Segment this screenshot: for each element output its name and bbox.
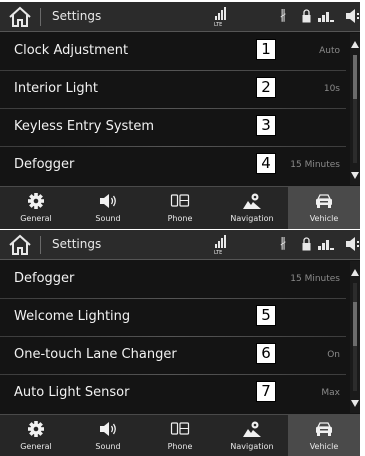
list-item[interactable]: Welcome Lighting 5 <box>0 299 346 337</box>
row-label: Welcome Lighting <box>14 309 131 324</box>
settings-list: Clock Adjustment Auto 1 Interior Light 1… <box>0 33 346 185</box>
status-divider <box>40 236 41 254</box>
speaker-icon <box>346 9 359 23</box>
tab-label: Vehicle <box>309 442 339 451</box>
tab-phone[interactable]: Phone <box>144 187 216 229</box>
lte-icon: LTE <box>214 235 226 255</box>
row-label: Clock Adjustment <box>14 43 129 58</box>
signal-icon <box>318 12 334 22</box>
scroll-up-arrow-icon[interactable] <box>350 267 360 277</box>
svg-text:LTE: LTE <box>214 22 222 27</box>
list-item[interactable]: Auto Light Sensor Max 7 <box>0 375 346 413</box>
scrollbar[interactable] <box>350 33 360 185</box>
speaker-icon <box>346 237 359 251</box>
tab-vehicle[interactable]: Vehicle <box>288 415 360 456</box>
bluetooth-icon: ∦ <box>280 8 287 23</box>
bottom-tab-bar: General Sound Phone Navigation Vehicle <box>0 414 360 456</box>
phone-icon <box>170 422 190 435</box>
list-item[interactable]: Defogger 15 Minutes <box>0 261 346 299</box>
list-item[interactable]: Keyless Entry System 3 <box>0 109 346 147</box>
home-icon[interactable] <box>8 6 32 28</box>
tab-navigation[interactable]: Navigation <box>216 415 288 456</box>
scroll-down-arrow-icon[interactable] <box>350 171 360 181</box>
tab-general[interactable]: General <box>0 187 72 229</box>
row-label: Defogger <box>14 271 75 286</box>
callout-number: 1 <box>256 39 276 60</box>
row-label: One-touch Lane Changer <box>14 347 177 362</box>
list-item[interactable]: Clock Adjustment Auto 1 <box>0 33 346 71</box>
settings-list: Defogger 15 Minutes Welcome Lighting 5 O… <box>0 261 346 413</box>
scroll-track <box>353 283 357 391</box>
bottom-tab-bar: General Sound Phone Navigation Vehicle <box>0 186 360 229</box>
lte-icon: LTE <box>214 7 226 27</box>
list-item[interactable]: One-touch Lane Changer On 6 <box>0 337 346 375</box>
scroll-down-arrow-icon[interactable] <box>350 399 360 409</box>
tab-label: Navigation <box>230 442 274 451</box>
page-title: Settings <box>52 9 102 23</box>
tab-vehicle[interactable]: Vehicle <box>288 187 360 229</box>
row-value: Auto <box>319 46 340 56</box>
lock-icon <box>302 237 311 251</box>
tab-label: General <box>20 442 52 451</box>
callout-number: 5 <box>256 305 276 326</box>
tab-label: Sound <box>95 214 121 223</box>
tab-label: Navigation <box>230 214 274 223</box>
home-icon[interactable] <box>8 234 32 256</box>
tab-sound[interactable]: Sound <box>72 415 144 456</box>
row-label: Interior Light <box>14 81 98 96</box>
callout-number: 7 <box>256 381 276 402</box>
callout-number: 4 <box>256 153 276 174</box>
list-item[interactable]: Interior Light 10s 2 <box>0 71 346 109</box>
row-value: 10s <box>323 84 340 94</box>
navigation-icon <box>243 193 261 209</box>
tab-label: Phone <box>167 442 193 451</box>
bluetooth-icon: ∦ <box>280 236 287 251</box>
callout-number: 2 <box>256 77 276 98</box>
status-bar: Settings LTE ∦ <box>0 230 360 260</box>
speaker-icon <box>100 422 116 436</box>
settings-screen-1: Settings LTE ∦ Clock Adjustment Auto 1 I… <box>0 2 360 229</box>
car-icon <box>316 422 332 436</box>
tab-label: General <box>20 214 52 223</box>
scroll-up-arrow-icon[interactable] <box>350 39 360 49</box>
tab-label: Sound <box>95 442 121 451</box>
row-label: Auto Light Sensor <box>14 385 130 400</box>
row-value: 15 Minutes <box>290 160 340 170</box>
row-value: 15 Minutes <box>290 274 340 284</box>
gear-icon <box>28 421 44 437</box>
scrollbar[interactable] <box>350 261 360 413</box>
row-label: Defogger <box>14 157 75 172</box>
scroll-thumb[interactable] <box>353 302 357 346</box>
tab-sound[interactable]: Sound <box>72 187 144 229</box>
row-value: On <box>327 350 340 360</box>
phone-icon <box>170 194 190 207</box>
tab-phone[interactable]: Phone <box>144 415 216 456</box>
page-title: Settings <box>52 237 102 251</box>
tab-label: Vehicle <box>309 214 339 223</box>
row-label: Keyless Entry System <box>14 119 155 134</box>
scroll-thumb[interactable] <box>353 55 357 99</box>
list-item[interactable]: Defogger 15 Minutes 4 <box>0 147 346 185</box>
lock-icon <box>302 9 311 23</box>
gear-icon <box>28 193 44 209</box>
status-divider <box>40 8 41 26</box>
svg-text:LTE: LTE <box>214 250 222 255</box>
tab-label: Phone <box>167 214 193 223</box>
navigation-icon <box>243 421 261 437</box>
tab-general[interactable]: General <box>0 415 72 456</box>
callout-number: 3 <box>256 115 276 136</box>
settings-screen-2: Settings LTE ∦ Defogger 15 Minutes Welco… <box>0 230 360 456</box>
car-icon <box>316 194 332 208</box>
speaker-icon <box>100 194 116 208</box>
callout-number: 6 <box>256 343 276 364</box>
row-value: Max <box>321 388 340 398</box>
status-bar: Settings LTE ∦ <box>0 2 360 32</box>
scroll-track <box>353 55 357 163</box>
signal-icon <box>318 240 334 250</box>
tab-navigation[interactable]: Navigation <box>216 187 288 229</box>
